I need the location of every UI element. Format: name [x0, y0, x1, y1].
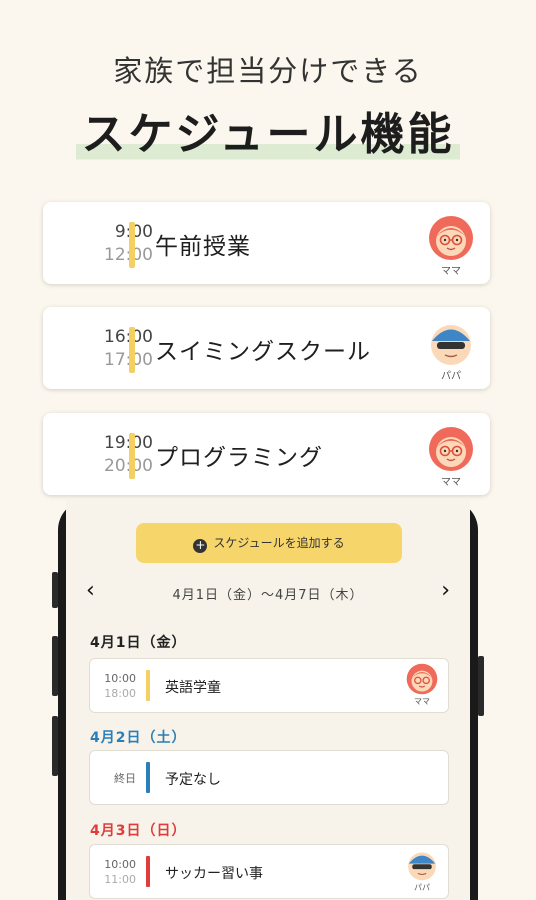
schedule-card[interactable]: 16:00 17:00 スイミングスクール パパ [43, 307, 490, 389]
color-bar [146, 856, 150, 887]
color-bar [146, 762, 150, 793]
plus-circle-icon: + [193, 538, 208, 553]
day-heading: 4月3日（日） [90, 823, 187, 839]
papa-avatar-icon [428, 320, 474, 366]
subtitle: 家族で担当分けできる [113, 54, 423, 88]
event-title: 予定なし [165, 772, 221, 788]
role-label: パパ [441, 371, 461, 382]
day-heading: 4月2日（土） [90, 730, 187, 746]
event-title: プログラミング [155, 445, 323, 471]
color-bar [129, 327, 135, 373]
role-label: パパ [414, 883, 430, 892]
week-range: 4月1日（金）〜4月7日（木） [172, 588, 364, 603]
event-title: 午前授業 [155, 234, 251, 260]
event-times: 10:00 11:00 [96, 857, 136, 887]
end-time: 18:00 [104, 687, 136, 700]
role-label: ママ [441, 477, 461, 488]
mama-avatar-icon [406, 663, 438, 695]
role-label: ママ [414, 697, 430, 706]
schedule-card[interactable]: 19:00 20:00 プログラミング ママ [43, 413, 490, 495]
end-time: 12:00 [53, 244, 153, 267]
color-bar [129, 222, 135, 268]
event-title: スイミングスクール [155, 339, 371, 365]
list-item[interactable]: 10:00 11:00 サッカー習い事 パパ [89, 844, 449, 899]
card-times: 19:00 20:00 [53, 432, 153, 478]
allday-label: 終日 [114, 772, 136, 785]
color-bar [146, 670, 150, 701]
card-times: 9:00 12:00 [53, 221, 153, 267]
papa-avatar-icon [406, 849, 438, 881]
start-time: 10:00 [104, 858, 136, 871]
role-label: ママ [441, 266, 461, 277]
event-title: 英語学童 [165, 680, 221, 696]
list-item[interactable]: 10:00 18:00 英語学童 ママ [89, 658, 449, 713]
end-time: 17:00 [53, 349, 153, 372]
add-schedule-button[interactable]: + スケジュールを追加する [136, 523, 402, 563]
add-schedule-label: スケジュールを追加する [213, 536, 345, 550]
start-time: 10:00 [104, 672, 136, 685]
chevron-right-icon[interactable]: › [441, 580, 450, 602]
list-item[interactable]: 終日 予定なし [89, 750, 449, 805]
page-title: スケジュール機能 [75, 98, 461, 162]
event-title: サッカー習い事 [165, 866, 263, 882]
mama-avatar-icon [428, 426, 474, 472]
schedule-card[interactable]: 9:00 12:00 午前授業 ママ [43, 202, 490, 284]
phone-side-button [52, 636, 58, 696]
end-time: 11:00 [104, 873, 136, 886]
start-time: 19:00 [53, 432, 153, 455]
end-time: 20:00 [53, 455, 153, 478]
mama-avatar-icon [428, 215, 474, 261]
phone-side-button [52, 716, 58, 776]
event-times: 10:00 18:00 [96, 671, 136, 701]
phone-side-button [478, 656, 484, 716]
week-navigation: ‹ 4月1日（金）〜4月7日（木） › [66, 580, 470, 604]
title-wrap: スケジュール機能 [0, 98, 536, 162]
card-times: 16:00 17:00 [53, 326, 153, 372]
color-bar [129, 433, 135, 479]
start-time: 16:00 [53, 326, 153, 349]
phone-side-button [52, 572, 58, 608]
phone-screen: + スケジュールを追加する ‹ 4月1日（金）〜4月7日（木） › 4月1日（金）… [66, 500, 470, 900]
event-times: 終日 [96, 771, 136, 786]
start-time: 9:00 [53, 221, 153, 244]
day-heading: 4月1日（金） [90, 635, 187, 651]
